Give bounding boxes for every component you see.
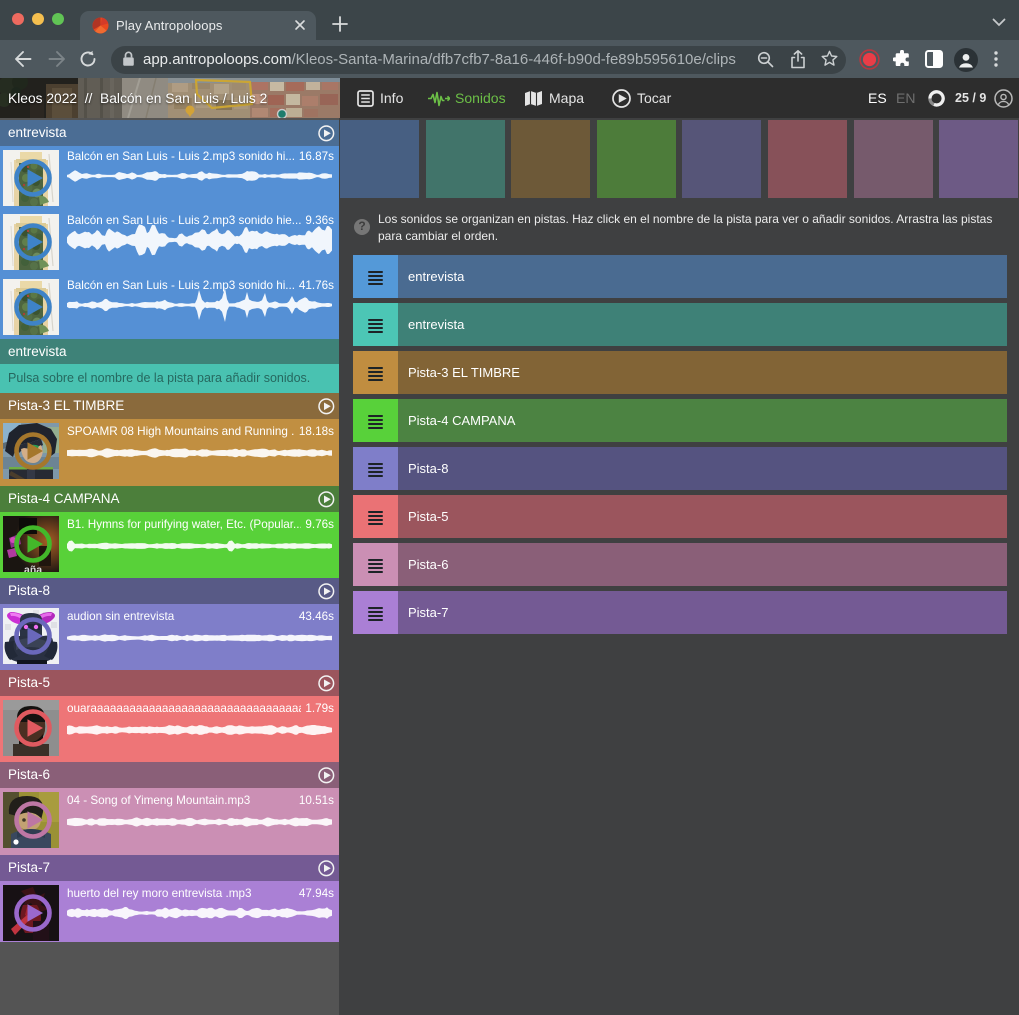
svg-text:aña: aña [24,564,42,572]
